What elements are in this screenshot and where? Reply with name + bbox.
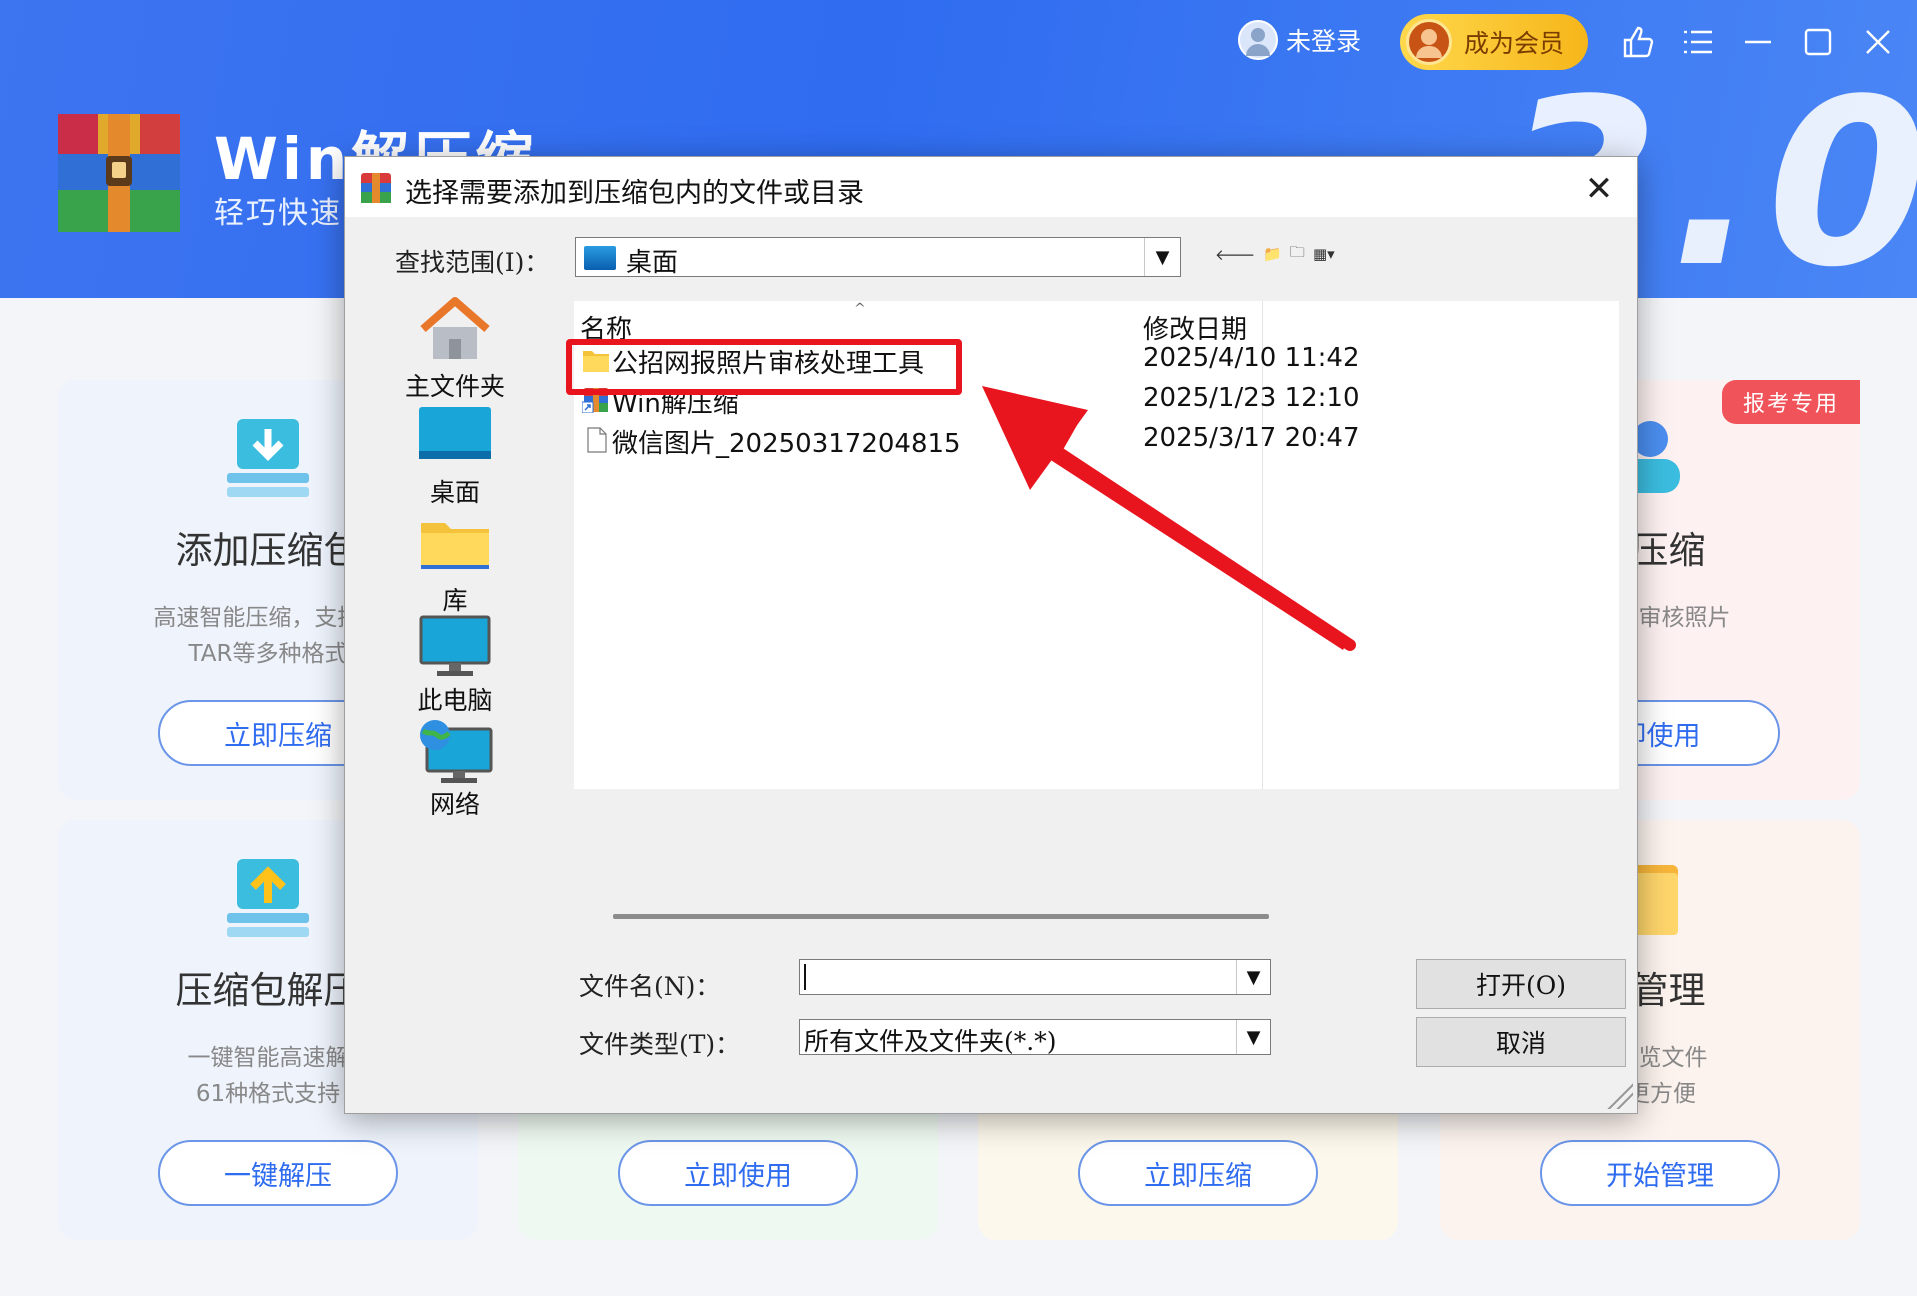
chevron-down-icon[interactable]: ▼ bbox=[1236, 960, 1270, 994]
back-icon[interactable]: 🡐 bbox=[1215, 245, 1255, 264]
maximize-icon[interactable] bbox=[1798, 22, 1838, 62]
home-icon bbox=[420, 297, 490, 359]
filetype-select[interactable]: 所有文件及文件夹(*.*) ▼ bbox=[799, 1019, 1271, 1056]
look-in-select[interactable]: 桌面 ▼ bbox=[575, 237, 1181, 278]
exam-badge: 报考专用 bbox=[1722, 380, 1860, 424]
file-icon bbox=[587, 427, 607, 453]
dialog-titlebar: 选择需要添加到压缩包内的文件或目录 ✕ bbox=[345, 157, 1637, 217]
compress-now-button[interactable]: 立即压缩 bbox=[1078, 1140, 1318, 1206]
dialog-close-button[interactable]: ✕ bbox=[1579, 169, 1619, 209]
network-icon bbox=[420, 720, 493, 783]
place-label: 网络 bbox=[429, 790, 480, 819]
chevron-down-icon[interactable]: ▼ bbox=[1236, 1020, 1270, 1054]
place-this-pc[interactable]: 此电脑 bbox=[385, 615, 525, 715]
cancel-button[interactable]: 取消 bbox=[1416, 1017, 1626, 1067]
column-header-modified[interactable]: 修改日期 bbox=[1143, 309, 1247, 346]
app-small-icon bbox=[361, 173, 391, 203]
place-label: 库 bbox=[442, 586, 468, 615]
open-button[interactable]: 打开(O) bbox=[1416, 959, 1626, 1009]
thumbs-up-icon[interactable] bbox=[1618, 22, 1658, 62]
login-status-label: 未登录 bbox=[1286, 27, 1362, 56]
up-folder-icon[interactable]: 📁 bbox=[1263, 245, 1282, 263]
one-click-extract-button[interactable]: 一键解压 bbox=[158, 1140, 398, 1206]
vip-label: 成为会员 bbox=[1464, 29, 1565, 58]
dialog-title: 选择需要添加到压缩包内的文件或目录 bbox=[405, 178, 864, 209]
filetype-label: 文件类型(T)： bbox=[579, 1030, 741, 1059]
compress-download-icon bbox=[227, 419, 309, 497]
menu-icon[interactable] bbox=[1678, 22, 1718, 62]
close-icon[interactable] bbox=[1858, 22, 1898, 62]
user-avatar-icon bbox=[1238, 20, 1278, 60]
vip-avatar-icon bbox=[1406, 19, 1452, 65]
vip-button[interactable]: 成为会员 bbox=[1400, 14, 1588, 70]
library-folder-icon bbox=[421, 523, 489, 569]
place-library[interactable]: 库 bbox=[385, 515, 525, 615]
login-status[interactable]: 未登录 bbox=[1238, 18, 1361, 62]
filename-label: 文件名(N)： bbox=[579, 972, 721, 1001]
minimize-icon[interactable] bbox=[1738, 22, 1778, 62]
chevron-down-icon[interactable]: ▼ bbox=[1144, 238, 1180, 276]
file-date: 2025/4/10 11:42 bbox=[1143, 343, 1360, 373]
place-label: 主文件夹 bbox=[404, 372, 505, 401]
file-open-dialog: 选择需要添加到压缩包内的文件或目录 ✕ 查找范围(I)： 桌面 ▼ 🡐 📁 🗀 … bbox=[344, 156, 1638, 1114]
use-now-button[interactable]: 立即使用 bbox=[618, 1140, 858, 1206]
horizontal-scrollbar[interactable] bbox=[613, 914, 1269, 919]
place-label: 此电脑 bbox=[417, 686, 493, 715]
filetype-value: 所有文件及文件夹(*.*) bbox=[804, 1027, 1057, 1056]
new-folder-icon[interactable]: 🗀 bbox=[1290, 242, 1305, 267]
file-date: 2025/1/23 12:10 bbox=[1143, 383, 1360, 413]
place-network[interactable]: 网络 bbox=[385, 719, 525, 819]
filename-field[interactable]: ▼ bbox=[799, 959, 1271, 995]
look-in-label: 查找范围(I)： bbox=[395, 248, 550, 277]
text-cursor bbox=[804, 964, 806, 990]
resize-grip[interactable] bbox=[1607, 1083, 1633, 1109]
file-date: 2025/3/17 20:47 bbox=[1143, 423, 1360, 453]
sort-ascending-icon: ^ bbox=[854, 301, 866, 317]
nav-toolbar: 🡐 📁 🗀 ▦▾ bbox=[1215, 237, 1335, 271]
view-menu-icon[interactable]: ▦▾ bbox=[1313, 245, 1335, 263]
computer-icon bbox=[419, 615, 491, 676]
list-item[interactable]: 微信图片_20250317204815 2025/3/17 20:47 bbox=[574, 423, 1619, 459]
desktop-icon bbox=[419, 407, 491, 459]
file-name: 微信图片_20250317204815 bbox=[612, 429, 961, 459]
desktop-folder-icon bbox=[584, 246, 616, 270]
highlight-box bbox=[566, 339, 962, 395]
start-manage-button[interactable]: 开始管理 bbox=[1540, 1140, 1780, 1206]
place-desktop[interactable]: 桌面 bbox=[385, 407, 525, 507]
place-label: 桌面 bbox=[429, 478, 480, 507]
app-subtitle: 轻巧快速 bbox=[214, 196, 342, 231]
app-logo-icon bbox=[58, 114, 180, 232]
look-in-value: 桌面 bbox=[626, 248, 679, 278]
extract-upload-icon bbox=[227, 859, 309, 937]
place-home[interactable]: 主文件夹 bbox=[385, 297, 525, 401]
